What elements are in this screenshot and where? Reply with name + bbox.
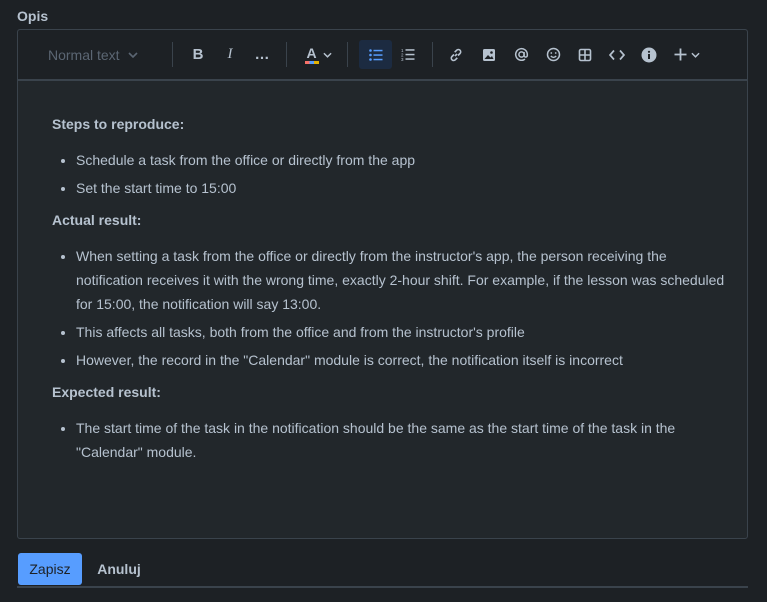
link-icon [449, 48, 463, 62]
emoji-button[interactable] [540, 40, 566, 69]
emoji-icon [546, 47, 561, 62]
info-panel-button[interactable] [636, 40, 662, 69]
text-color-icon: A [304, 45, 319, 65]
numbered-list-button[interactable]: 1 2 3 [394, 40, 422, 69]
list-item: This affects all tasks, both from the of… [76, 320, 732, 344]
table-button[interactable] [572, 40, 598, 69]
image-icon [482, 48, 496, 62]
editor-toolbar: Normal text B I … A 1 2 3 [18, 30, 747, 81]
image-button[interactable] [476, 40, 502, 69]
toolbar-divider [347, 42, 348, 67]
section-heading: Expected result: [52, 384, 161, 400]
text-style-label: Normal text [48, 46, 120, 63]
cancel-button[interactable]: Anuluj [86, 553, 152, 585]
chevron-down-icon [322, 52, 332, 58]
section-heading: Steps to reproduce: [52, 116, 185, 132]
chevron-down-icon [128, 51, 138, 58]
divider [17, 586, 748, 588]
code-button[interactable] [604, 40, 630, 69]
mention-button[interactable] [508, 40, 534, 69]
plus-icon [674, 48, 687, 61]
save-button[interactable]: Zapisz [18, 553, 82, 585]
bullet-list: The start time of the task in the notifi… [52, 416, 732, 464]
svg-text:3: 3 [401, 57, 404, 61]
editor-content[interactable]: Steps to reproduce: Schedule a task from… [52, 110, 732, 468]
list-item: When setting a task from the office or d… [76, 244, 732, 316]
bullet-list: When setting a task from the office or d… [52, 244, 732, 372]
code-icon [609, 49, 625, 61]
insert-more-button[interactable] [670, 40, 704, 69]
text-style-dropdown[interactable]: Normal text [40, 40, 158, 69]
link-button[interactable] [443, 40, 469, 69]
list-item: However, the record in the "Calendar" mo… [76, 348, 732, 372]
list-item: Set the start time to 15:00 [76, 176, 732, 200]
field-label: Opis [17, 8, 49, 24]
toolbar-divider [172, 42, 173, 67]
toolbar-divider [432, 42, 433, 67]
text-color-button[interactable]: A [300, 40, 336, 69]
bullet-list: Schedule a task from the office or direc… [52, 148, 732, 200]
numbered-list-icon: 1 2 3 [401, 48, 415, 61]
italic-icon: I [227, 46, 233, 62]
list-item: The start time of the task in the notifi… [76, 416, 732, 464]
section-heading: Actual result: [52, 212, 142, 228]
rich-text-editor[interactable]: Normal text B I … A 1 2 3 Steps to repro… [17, 29, 748, 539]
info-icon [641, 47, 657, 63]
bullet-list-icon [368, 48, 383, 61]
toolbar-divider [286, 42, 287, 67]
bold-button[interactable]: B [185, 40, 211, 69]
bold-icon: B [192, 46, 204, 63]
table-icon [578, 48, 592, 62]
chevron-down-icon [691, 52, 700, 58]
bullet-list-button[interactable] [359, 40, 392, 69]
more-formatting-button[interactable]: … [249, 40, 275, 69]
list-item: Schedule a task from the office or direc… [76, 148, 732, 172]
at-sign-icon [514, 47, 529, 62]
italic-button[interactable]: I [217, 40, 243, 69]
more-icon: … [254, 46, 270, 63]
